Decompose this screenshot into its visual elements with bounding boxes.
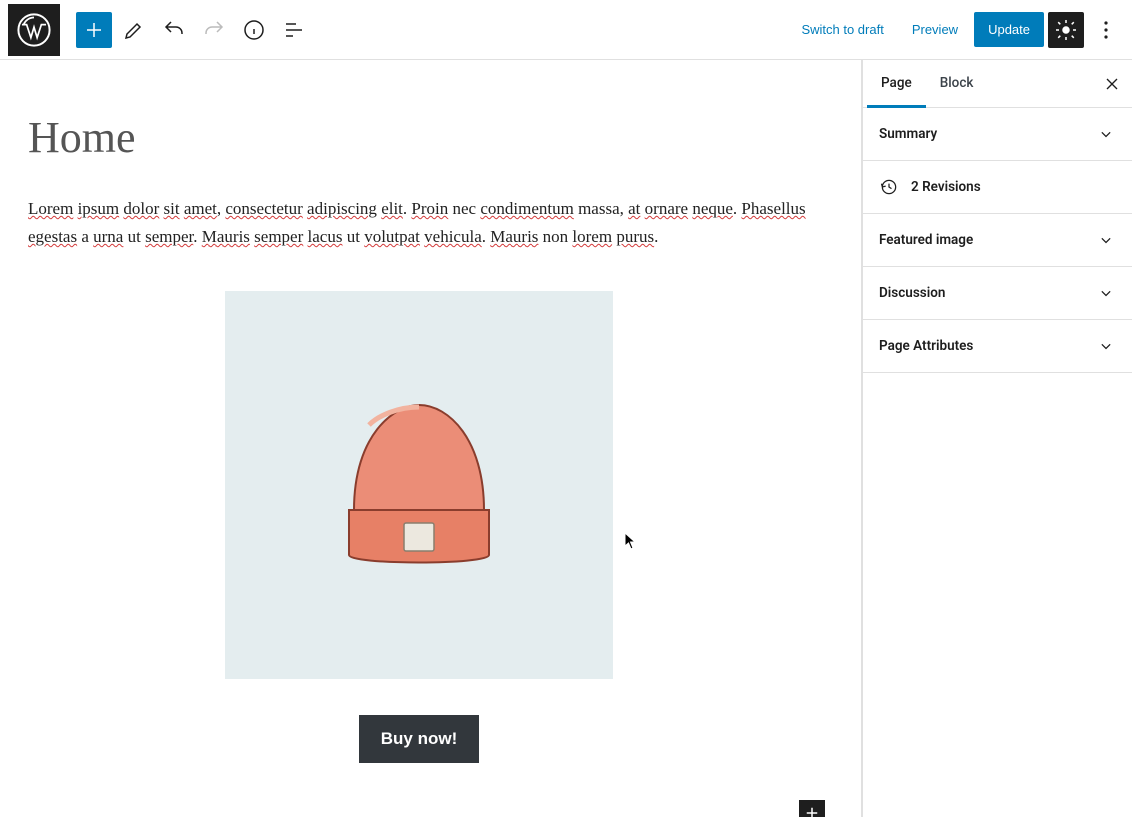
insert-block-button[interactable] — [799, 800, 825, 817]
chevron-down-icon — [1096, 124, 1116, 144]
redo-button[interactable] — [196, 12, 232, 48]
top-toolbar: Switch to draft Preview Update — [0, 0, 1132, 60]
product-image — [225, 291, 613, 679]
panel-featured-image-label: Featured image — [879, 232, 973, 248]
panel-summary-label: Summary — [879, 126, 937, 142]
tab-page[interactable]: Page — [867, 61, 926, 108]
panel-featured-image[interactable]: Featured image — [863, 214, 1132, 267]
panel-page-attributes[interactable]: Page Attributes — [863, 320, 1132, 373]
panel-summary[interactable]: Summary — [863, 108, 1132, 161]
add-block-button[interactable] — [76, 12, 112, 48]
buy-now-button[interactable]: Buy now! — [359, 715, 480, 763]
edit-tool-button[interactable] — [116, 12, 152, 48]
image-block[interactable] — [225, 291, 613, 679]
chevron-down-icon — [1096, 283, 1116, 303]
panel-discussion[interactable]: Discussion — [863, 267, 1132, 320]
update-button[interactable]: Update — [974, 12, 1044, 47]
undo-button[interactable] — [156, 12, 192, 48]
tab-block[interactable]: Block — [926, 61, 988, 108]
chevron-down-icon — [1096, 336, 1116, 356]
preview-link[interactable]: Preview — [900, 22, 970, 37]
history-icon — [879, 177, 899, 197]
paragraph-block[interactable]: Lorem ipsum dolor sit amet, consectetur … — [28, 195, 810, 251]
panel-revisions-label: 2 Revisions — [911, 179, 981, 195]
panel-discussion-label: Discussion — [879, 285, 945, 301]
settings-sidebar: Page Block Summary 2 Revisions Featured … — [862, 60, 1132, 817]
switch-to-draft-link[interactable]: Switch to draft — [789, 22, 895, 37]
settings-button[interactable] — [1048, 12, 1084, 48]
beanie-illustration — [299, 365, 539, 605]
chevron-down-icon — [1096, 230, 1116, 250]
sidebar-tabs: Page Block — [863, 60, 1132, 108]
wordpress-logo[interactable] — [8, 4, 60, 56]
more-options-button[interactable] — [1088, 12, 1124, 48]
outline-button[interactable] — [276, 12, 312, 48]
close-sidebar-button[interactable] — [1096, 68, 1128, 100]
panel-page-attributes-label: Page Attributes — [879, 338, 973, 354]
panel-revisions[interactable]: 2 Revisions — [863, 161, 1132, 214]
info-button[interactable] — [236, 12, 272, 48]
page-title[interactable]: Home — [28, 112, 810, 163]
editor-canvas[interactable]: Home Lorem ipsum dolor sit amet, consect… — [0, 60, 862, 817]
